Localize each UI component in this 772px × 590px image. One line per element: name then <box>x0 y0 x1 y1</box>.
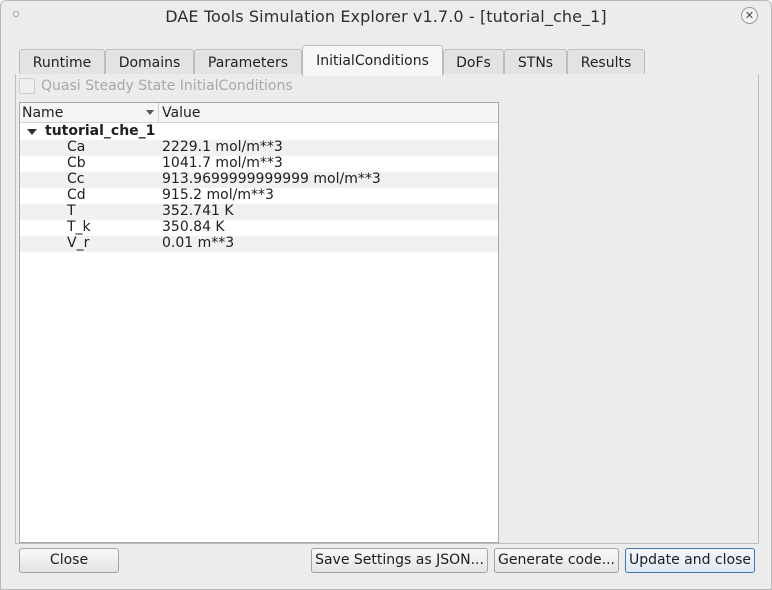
row-value[interactable]: 2229.1 mol/m**3 <box>162 139 283 155</box>
expand-arrow-icon[interactable] <box>27 129 37 135</box>
tab-domains[interactable]: Domains <box>105 49 194 76</box>
row-name: Cd <box>67 187 86 203</box>
column-header-value[interactable]: Value <box>162 105 200 121</box>
row-name: T <box>67 203 76 219</box>
generate-code-button[interactable]: Generate code... <box>494 548 619 573</box>
row-name: T_k <box>67 219 91 235</box>
row-value[interactable]: 352.741 K <box>162 203 234 219</box>
table-row[interactable]: V_r 0.01 m**3 <box>20 235 498 252</box>
title-bar[interactable]: DAE Tools Simulation Explorer v1.7.0 - [… <box>1 1 771 35</box>
column-divider[interactable] <box>158 103 159 123</box>
tree-root-row[interactable]: tutorial_che_1 <box>20 123 498 140</box>
table-row[interactable]: T_k 350.84 K <box>20 219 498 236</box>
tab-results[interactable]: Results <box>567 49 645 76</box>
main-window: DAE Tools Simulation Explorer v1.7.0 - [… <box>0 0 772 590</box>
row-value[interactable]: 0.01 m**3 <box>162 235 234 251</box>
update-and-close-button[interactable]: Update and close <box>625 548 755 573</box>
row-name: V_r <box>67 235 90 251</box>
table-row[interactable]: T 352.741 K <box>20 203 498 220</box>
quasi-steady-state-label: Quasi Steady State InitialConditions <box>41 78 293 94</box>
quasi-steady-state-checkbox[interactable] <box>19 78 35 94</box>
row-name: Cc <box>67 171 85 187</box>
tab-dofs[interactable]: DoFs <box>443 49 504 76</box>
row-value[interactable]: 913.9699999999999 mol/m**3 <box>162 171 381 187</box>
table-row[interactable]: Cd 915.2 mol/m**3 <box>20 187 498 204</box>
save-settings-json-button[interactable]: Save Settings as JSON... <box>311 548 488 573</box>
window-title: DAE Tools Simulation Explorer v1.7.0 - [… <box>165 7 607 26</box>
tab-stns[interactable]: STNs <box>504 49 567 76</box>
sort-indicator-icon <box>146 110 154 115</box>
row-name: Cb <box>67 155 86 171</box>
tree-root-label: tutorial_che_1 <box>45 123 156 139</box>
row-value[interactable]: 350.84 K <box>162 219 225 235</box>
table-row[interactable]: Ca 2229.1 mol/m**3 <box>20 139 498 156</box>
row-value[interactable]: 915.2 mol/m**3 <box>162 187 274 203</box>
initial-conditions-tree[interactable]: Name Value tutorial_che_1 Ca 2229.1 mol/… <box>19 102 499 543</box>
tab-runtime[interactable]: Runtime <box>19 49 105 76</box>
tree-header: Name Value <box>20 103 498 123</box>
column-header-name[interactable]: Name <box>22 105 63 121</box>
table-row[interactable]: Cc 913.9699999999999 mol/m**3 <box>20 171 498 188</box>
tab-parameters[interactable]: Parameters <box>194 49 302 76</box>
table-row[interactable]: Cb 1041.7 mol/m**3 <box>20 155 498 172</box>
row-name: Ca <box>67 139 86 155</box>
row-value[interactable]: 1041.7 mol/m**3 <box>162 155 283 171</box>
tab-initial-conditions[interactable]: InitialConditions <box>302 45 443 76</box>
close-button[interactable]: Close <box>19 548 119 573</box>
window-close-icon[interactable]: ✕ <box>741 7 758 24</box>
